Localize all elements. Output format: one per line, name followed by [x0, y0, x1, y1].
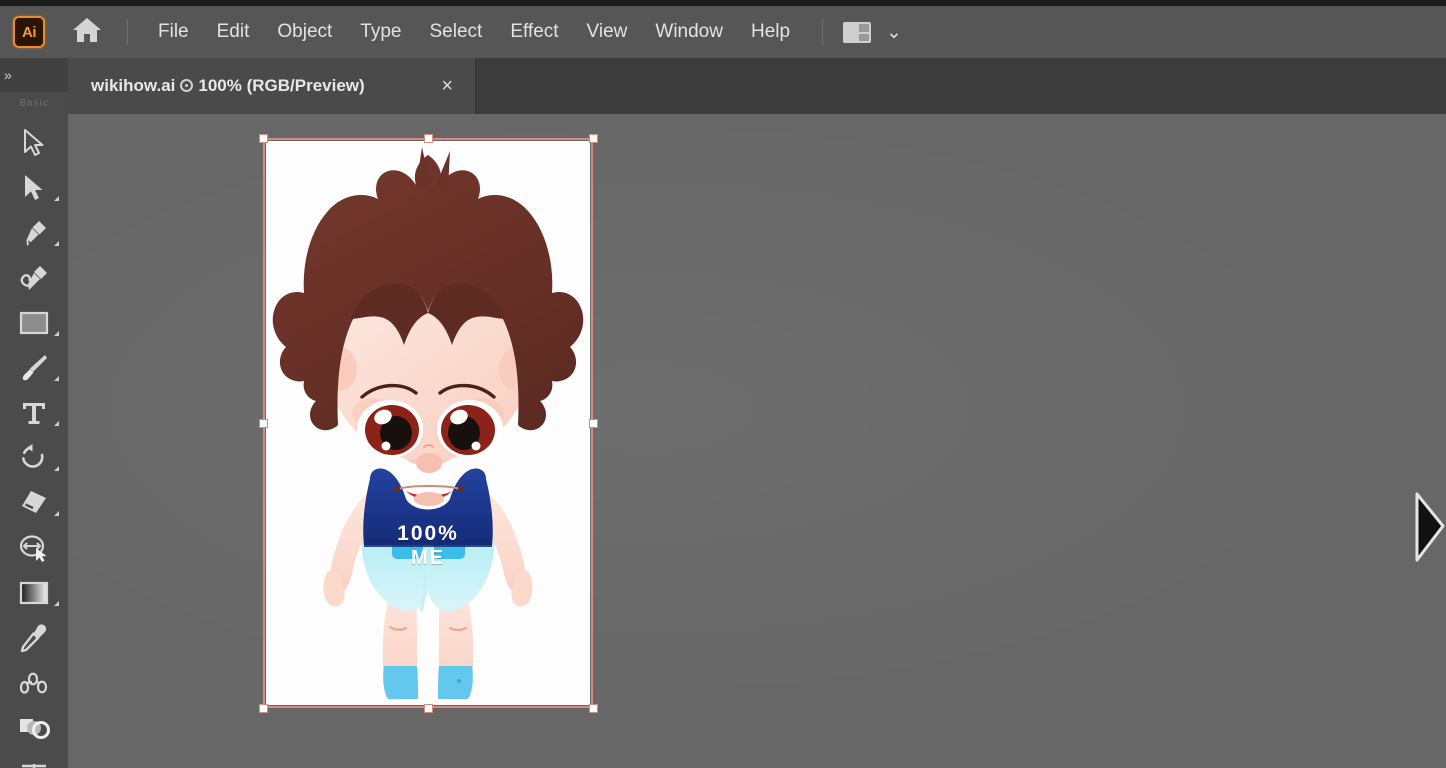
menu-divider-2	[822, 19, 824, 45]
scale-icon	[18, 534, 50, 562]
tool-scale[interactable]	[0, 525, 68, 570]
document-zoom-level: 100%	[198, 76, 242, 95]
tool-type[interactable]	[0, 390, 68, 435]
tools-panel-header: »	[0, 58, 68, 92]
tool-pen[interactable]	[0, 210, 68, 255]
illustrator-window: Ai File Edit Object Type Select Effect V…	[0, 0, 1446, 768]
artboard-wrapper[interactable]: 100% ME	[259, 134, 598, 713]
blend-icon	[18, 670, 50, 696]
eraser-icon	[19, 489, 49, 517]
rectangle-icon	[19, 310, 49, 336]
app-logo-text: Ai	[22, 23, 37, 41]
selection-handle-middle-right[interactable]	[589, 419, 598, 428]
selection-handle-bottom-center[interactable]	[424, 704, 433, 713]
tool-eraser[interactable]	[0, 480, 68, 525]
artboard[interactable]: 100% ME	[266, 141, 590, 705]
document-color-mode: (RGB/Preview)	[246, 76, 365, 95]
tool-rectangle[interactable]	[0, 300, 68, 345]
chevron-down-icon[interactable]: ⌄	[886, 21, 902, 44]
selection-handle-top-center[interactable]	[424, 134, 433, 143]
selection-arrow-icon	[21, 128, 47, 158]
shape-builder-icon	[18, 715, 50, 741]
tool-flyout-indicator[interactable]	[54, 601, 59, 606]
selection-handle-top-right[interactable]	[589, 134, 598, 143]
menu-item-edit[interactable]: Edit	[203, 15, 264, 49]
selection-handle-middle-left[interactable]	[259, 419, 268, 428]
menu-item-help[interactable]: Help	[737, 15, 804, 49]
artboard-icon	[18, 762, 50, 768]
document-status-icon	[180, 79, 194, 92]
baby-character-illustration[interactable]: 100% ME	[266, 141, 590, 705]
document-filename: wikihow.ai	[91, 76, 176, 95]
tool-curvature[interactable]	[0, 255, 68, 300]
tools-panel: » Basic	[0, 58, 68, 768]
expand-panel-icon[interactable]: »	[4, 67, 12, 83]
artwork-shirt-text-line2: ME	[411, 547, 445, 569]
curvature-icon	[18, 263, 50, 293]
tool-eyedropper[interactable]	[0, 615, 68, 660]
menu-item-object[interactable]: Object	[263, 15, 346, 49]
menu-item-view[interactable]: View	[573, 15, 642, 49]
selection-handle-bottom-left[interactable]	[259, 704, 268, 713]
pointer-arrow-icon	[1412, 490, 1446, 564]
canvas-area[interactable]: 100% ME	[68, 114, 1446, 768]
tool-rotate[interactable]	[0, 435, 68, 480]
tool-flyout-indicator[interactable]	[54, 511, 59, 516]
direct-selection-arrow-icon	[21, 173, 47, 203]
tool-artboard[interactable]	[0, 750, 68, 768]
pen-icon	[19, 218, 49, 248]
menu-item-file[interactable]: File	[144, 15, 203, 49]
paintbrush-icon	[19, 353, 49, 383]
tool-flyout-indicator[interactable]	[54, 376, 59, 381]
tool-flyout-indicator[interactable]	[54, 196, 59, 201]
tool-selection[interactable]	[0, 120, 68, 165]
selection-handle-bottom-right[interactable]	[589, 704, 598, 713]
app-logo-icon[interactable]: Ai	[13, 16, 45, 48]
type-icon	[20, 399, 48, 427]
tool-flyout-indicator[interactable]	[54, 331, 59, 336]
menu-item-select[interactable]: Select	[416, 15, 497, 49]
document-tab-bar: wikihow.ai 100% (RGB/Preview) ×	[68, 58, 1446, 114]
menu-item-type[interactable]: Type	[346, 15, 415, 49]
tool-gradient[interactable]	[0, 570, 68, 615]
workspace-switcher[interactable]: ⌄	[843, 21, 902, 44]
menu-item-effect[interactable]: Effect	[496, 15, 572, 49]
home-button[interactable]	[65, 10, 109, 54]
tool-blend[interactable]	[0, 660, 68, 705]
selection-handle-top-left[interactable]	[259, 134, 268, 143]
tool-paintbrush[interactable]	[0, 345, 68, 390]
tool-direct-selection[interactable]	[0, 165, 68, 210]
gradient-icon	[19, 580, 49, 606]
tools-list	[0, 114, 68, 768]
artwork-shirt-text-line1: 100%	[397, 522, 459, 545]
tool-shape-builder[interactable]	[0, 705, 68, 750]
home-icon	[71, 16, 103, 49]
menu-item-window[interactable]: Window	[641, 15, 737, 49]
menu-bar: Ai File Edit Object Type Select Effect V…	[0, 6, 1446, 58]
tools-panel-title: Basic	[19, 97, 49, 109]
menu-divider	[127, 19, 128, 45]
document-tab[interactable]: wikihow.ai 100% (RGB/Preview) ×	[68, 58, 476, 114]
tool-flyout-indicator[interactable]	[54, 241, 59, 246]
document-tab-label: wikihow.ai 100% (RGB/Preview)	[91, 76, 365, 96]
rotate-icon	[19, 443, 49, 473]
tool-flyout-indicator[interactable]	[54, 421, 59, 426]
workspace-layout-icon[interactable]	[843, 21, 872, 43]
menu-items: File Edit Object Type Select Effect View…	[144, 15, 804, 49]
tool-flyout-indicator[interactable]	[54, 466, 59, 471]
eyedropper-icon	[19, 623, 49, 653]
close-icon[interactable]: ×	[441, 76, 453, 96]
